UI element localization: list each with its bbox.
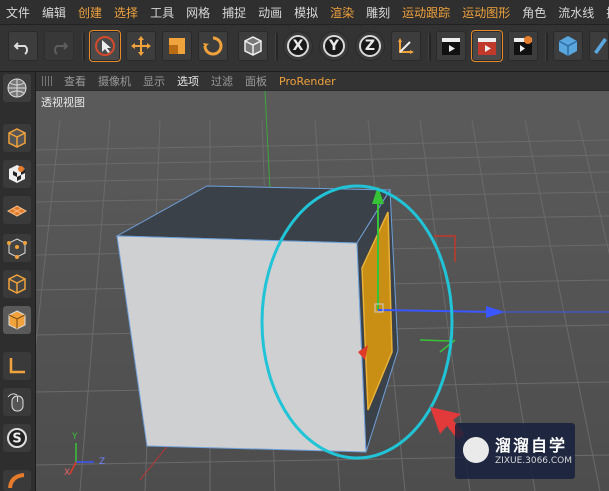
polygons-mode-button[interactable] [3, 306, 31, 334]
cube-front-face [116, 235, 367, 453]
menu-file[interactable]: 文件 [0, 4, 36, 21]
move-tool-button[interactable] [126, 31, 156, 61]
menu-mograph[interactable]: 运动图形 [456, 4, 516, 21]
viewport-menu-cameras[interactable]: 摄像机 [92, 73, 137, 89]
tweak-mode-button[interactable] [3, 388, 31, 416]
scale-icon [169, 38, 185, 54]
viewport-menu-prorender[interactable]: ProRender [273, 75, 342, 88]
viewport-title: 透视视图 [41, 96, 85, 109]
viewport-menu-options[interactable]: 选项 [171, 73, 205, 89]
menu-snap[interactable]: 捕捉 [216, 4, 252, 21]
edges-mode-button[interactable] [3, 270, 31, 298]
toolbar-separator [82, 33, 85, 61]
redo-icon [54, 42, 69, 55]
move-icon [131, 36, 151, 56]
snap-s-icon: S [7, 428, 27, 448]
viewport-menu-panel[interactable]: 面板 [239, 73, 273, 89]
menu-simulate[interactable]: 模拟 [288, 4, 324, 21]
add-cube-button[interactable] [553, 31, 583, 61]
z-axis-label: Z [359, 35, 381, 57]
scale-tool-button[interactable] [162, 31, 192, 61]
x-axis-label: X [287, 35, 309, 57]
undo-button[interactable] [8, 31, 38, 61]
coordinate-system-icon [398, 38, 414, 54]
watermark: 溜溜自学 ZIXUE.3066.COM [455, 423, 575, 479]
undo-icon [13, 42, 28, 55]
sphere-grid-icon [7, 78, 27, 98]
y-axis-lock-button[interactable]: Y [319, 31, 349, 61]
coordinate-system-button[interactable] [391, 31, 421, 61]
toolbar-separator [545, 33, 548, 61]
x-axis-lock-button[interactable]: X [283, 31, 313, 61]
cursor-select-icon [95, 36, 115, 56]
menu-tools[interactable]: 工具 [144, 4, 180, 21]
menu-bar: 文件 编辑 创建 选择 工具 网格 捕捉 动画 模拟 渲染 雕刻 运动跟踪 运动… [0, 0, 609, 25]
redo-button[interactable] [44, 31, 74, 61]
workplane-mode-button[interactable] [3, 196, 31, 224]
menu-create[interactable]: 创建 [72, 4, 108, 21]
bend-icon [8, 472, 25, 488]
blue-cube-icon [558, 36, 578, 56]
menu-animate[interactable]: 动画 [252, 4, 288, 21]
menu-character[interactable]: 角色 [516, 4, 552, 21]
cube-icon [244, 36, 262, 56]
view-gizmo-y-label: Y [72, 432, 78, 442]
svg-text:S: S [12, 432, 21, 447]
cube-edges-icon [8, 274, 26, 294]
viewport-menu-view[interactable]: 查看 [58, 73, 92, 89]
clapper-icon [442, 38, 460, 55]
grid-plane-icon [6, 205, 28, 217]
pen-tool-button[interactable] [589, 31, 609, 61]
z-axis-lock-button[interactable]: Z [355, 31, 385, 61]
model-mode-button[interactable] [3, 124, 31, 152]
snap-button[interactable]: S [3, 424, 31, 452]
render-view-button[interactable] [436, 31, 466, 61]
make-editable-button[interactable] [3, 74, 31, 102]
y-axis-label: Y [323, 35, 345, 57]
live-selection-button[interactable] [89, 30, 121, 62]
toolbar-separator [428, 33, 431, 61]
render-settings-button[interactable] [508, 31, 538, 61]
menu-edit[interactable]: 编辑 [36, 4, 72, 21]
rotate-icon [203, 36, 223, 56]
workplane-lock-button[interactable] [3, 470, 31, 491]
pen-icon [594, 38, 607, 54]
viewport-menu-bar: 查看 摄像机 显示 选项 过滤 面板 ProRender [36, 72, 609, 90]
menu-mesh[interactable]: 网格 [180, 4, 216, 21]
cube-object [115, 185, 399, 453]
clapper-render-icon [478, 38, 496, 55]
viewport-menu-filter[interactable]: 过滤 [205, 73, 239, 89]
view-gizmo-z-label: Z [99, 457, 106, 467]
menu-render[interactable]: 渲染 [324, 4, 360, 21]
axis-corner-icon [9, 358, 25, 374]
texture-mode-button[interactable] [3, 160, 31, 188]
menu-select[interactable]: 选择 [108, 4, 144, 21]
checker-cube-icon [9, 165, 25, 183]
mode-sidebar: S [0, 72, 36, 491]
menu-plugins[interactable]: 插 [600, 4, 609, 21]
viewport-menu-display[interactable]: 显示 [137, 73, 171, 89]
menu-motion-tracking[interactable]: 运动跟踪 [396, 4, 456, 21]
watermark-logo-icon [462, 437, 489, 463]
watermark-name: 溜溜自学 [495, 436, 568, 455]
toolbar-separator [275, 33, 278, 61]
menu-pipeline[interactable]: 流水线 [552, 4, 600, 21]
axis-mode-button[interactable] [3, 352, 31, 380]
cube-polygons-icon [8, 310, 26, 330]
clapper-gear-icon [514, 36, 532, 55]
menu-sculpt[interactable]: 雕刻 [360, 4, 396, 21]
render-to-picture-viewer-button[interactable] [471, 30, 503, 62]
cube-points-icon [7, 238, 27, 259]
watermark-url: ZIXUE.3066.COM [495, 456, 573, 466]
points-mode-button[interactable] [3, 234, 31, 262]
main-toolbar: X Y Z [0, 25, 609, 72]
rotate-tool-button[interactable] [198, 31, 228, 61]
view-gizmo-x-label: X [64, 468, 71, 478]
grip-handle[interactable] [42, 76, 54, 86]
cube-model-icon [8, 128, 26, 148]
mouse-icon [7, 393, 24, 412]
recent-tool-button[interactable] [238, 31, 268, 61]
